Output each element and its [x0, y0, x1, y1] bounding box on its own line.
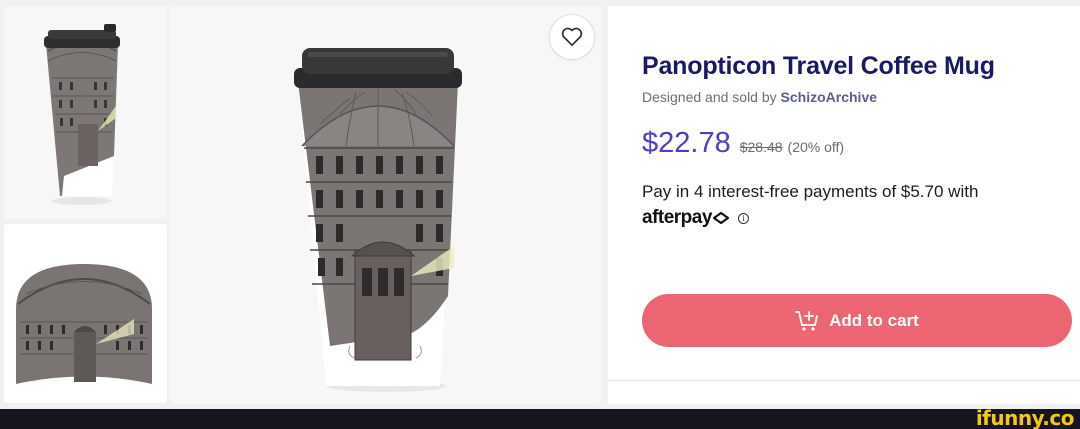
- designer-byline: Designed and sold by SchizoArchive: [642, 89, 877, 105]
- original-price: $28.48: [739, 139, 783, 155]
- product-page: { "product": { "title": "Panopticon Trav…: [0, 0, 1080, 429]
- thumbnail-artwork[interactable]: [4, 224, 167, 403]
- favorite-button[interactable]: [549, 14, 595, 60]
- add-to-cart-label: Add to cart: [829, 310, 919, 330]
- heart-icon: [561, 27, 583, 46]
- cart-add-icon: [795, 310, 819, 331]
- current-price: $22.78: [642, 127, 731, 159]
- watermark-logo: ifunny.co: [975, 406, 1075, 429]
- thumbnail-mug-side[interactable]: [4, 6, 167, 219]
- product-title: Panopticon Travel Coffee Mug: [642, 52, 995, 80]
- afterpay-logo: afterpay: [642, 207, 730, 229]
- afterpay-logo-text: afterpay: [642, 207, 712, 228]
- travel-mug-image: [294, 48, 462, 392]
- product-info-panel: Panopticon Travel Coffee Mug Designed an…: [608, 6, 1080, 404]
- afterpay-row: afterpay i: [642, 207, 749, 229]
- price-row: $22.78 $28.48 (20% off): [642, 127, 844, 160]
- artwork-thumbnail-image: [4, 224, 167, 403]
- divider: [608, 380, 1080, 381]
- afterpay-message: Pay in 4 interest-free payments of $5.70…: [642, 182, 979, 201]
- afterpay-arrows-icon: [712, 211, 730, 225]
- info-icon[interactable]: i: [737, 212, 749, 224]
- artist-link[interactable]: SchizoArchive: [781, 89, 877, 105]
- byline-prefix: Designed and sold by: [642, 89, 781, 105]
- main-product-image[interactable]: [170, 6, 602, 404]
- add-to-cart-button[interactable]: Add to cart: [642, 294, 1072, 347]
- watermark-bar: ifunny.co: [0, 406, 1080, 429]
- mug-thumbnail-image: [44, 24, 120, 205]
- discount-label: (20% off): [787, 139, 845, 155]
